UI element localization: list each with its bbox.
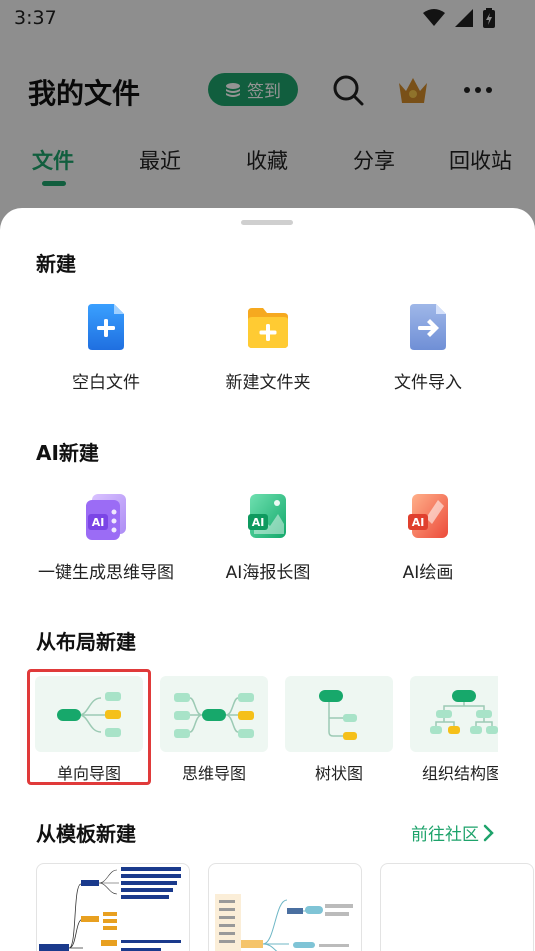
ai-painting-icon-text: AI <box>412 516 425 529</box>
layout-tree[interactable]: 树状图 <box>285 676 393 784</box>
new-folder-icon <box>248 308 288 348</box>
mindmap-label: 思维导图 <box>181 764 246 783</box>
file-import-button[interactable]: 文件导入 <box>348 304 508 393</box>
community-link-label: 前往社区 <box>411 825 479 845</box>
selected-layout-highlight <box>27 669 151 785</box>
ai-mindmap-icon: AI <box>86 494 126 540</box>
mindmap-thumbnail <box>160 676 268 752</box>
new-section-title: 新建 <box>36 252 76 276</box>
blank-file-button[interactable]: 空白文件 <box>26 304 186 393</box>
template-thumbnail <box>39 867 181 951</box>
template-card[interactable] <box>380 863 534 951</box>
ai-mindmap-button[interactable]: AI 一键生成思维导图 <box>26 494 186 583</box>
blank-file-label: 空白文件 <box>72 373 140 393</box>
ai-poster-icon-text: AI <box>252 516 265 529</box>
go-to-community-link[interactable]: 前往社区 <box>411 820 495 845</box>
layout-org-chart[interactable]: 组织结构图 <box>410 676 498 784</box>
template-card[interactable] <box>208 863 362 951</box>
chevron-right-icon <box>483 824 494 841</box>
new-folder-button[interactable]: 新建文件夹 <box>188 304 348 393</box>
tree-label: 树状图 <box>314 764 363 783</box>
template-thumbnail <box>215 894 353 951</box>
ai-painting-label: AI绘画 <box>402 563 454 583</box>
file-import-label: 文件导入 <box>394 373 462 393</box>
template-card[interactable] <box>36 863 190 951</box>
org-chart-thumbnail <box>410 676 498 752</box>
tree-thumbnail <box>285 676 393 752</box>
create-bottom-sheet: 新建 空白文件 新建文件夹 文件导入 AI新建 AI 一键生成思维导图 AI A… <box>0 208 535 951</box>
template-section-title: 从模板新建 <box>36 822 136 846</box>
layout-section-title: 从布局新建 <box>36 630 136 654</box>
ai-painting-button[interactable]: AI AI绘画 <box>348 494 508 583</box>
ai-painting-icon: AI <box>408 494 448 538</box>
layout-mindmap[interactable]: 思维导图 <box>160 676 268 784</box>
ai-poster-icon: AI <box>248 494 286 538</box>
ai-mindmap-icon-text: AI <box>92 516 105 529</box>
file-import-icon <box>410 304 446 350</box>
ai-poster-label: AI海报长图 <box>225 563 311 583</box>
ai-mindmap-label: 一键生成思维导图 <box>38 563 174 583</box>
ai-poster-button[interactable]: AI AI海报长图 <box>188 494 348 583</box>
org-chart-label: 组织结构图 <box>422 764 498 783</box>
new-folder-label: 新建文件夹 <box>225 373 311 393</box>
ai-section-title: AI新建 <box>36 441 99 465</box>
blank-file-icon <box>88 304 124 350</box>
drag-handle[interactable] <box>241 220 293 225</box>
